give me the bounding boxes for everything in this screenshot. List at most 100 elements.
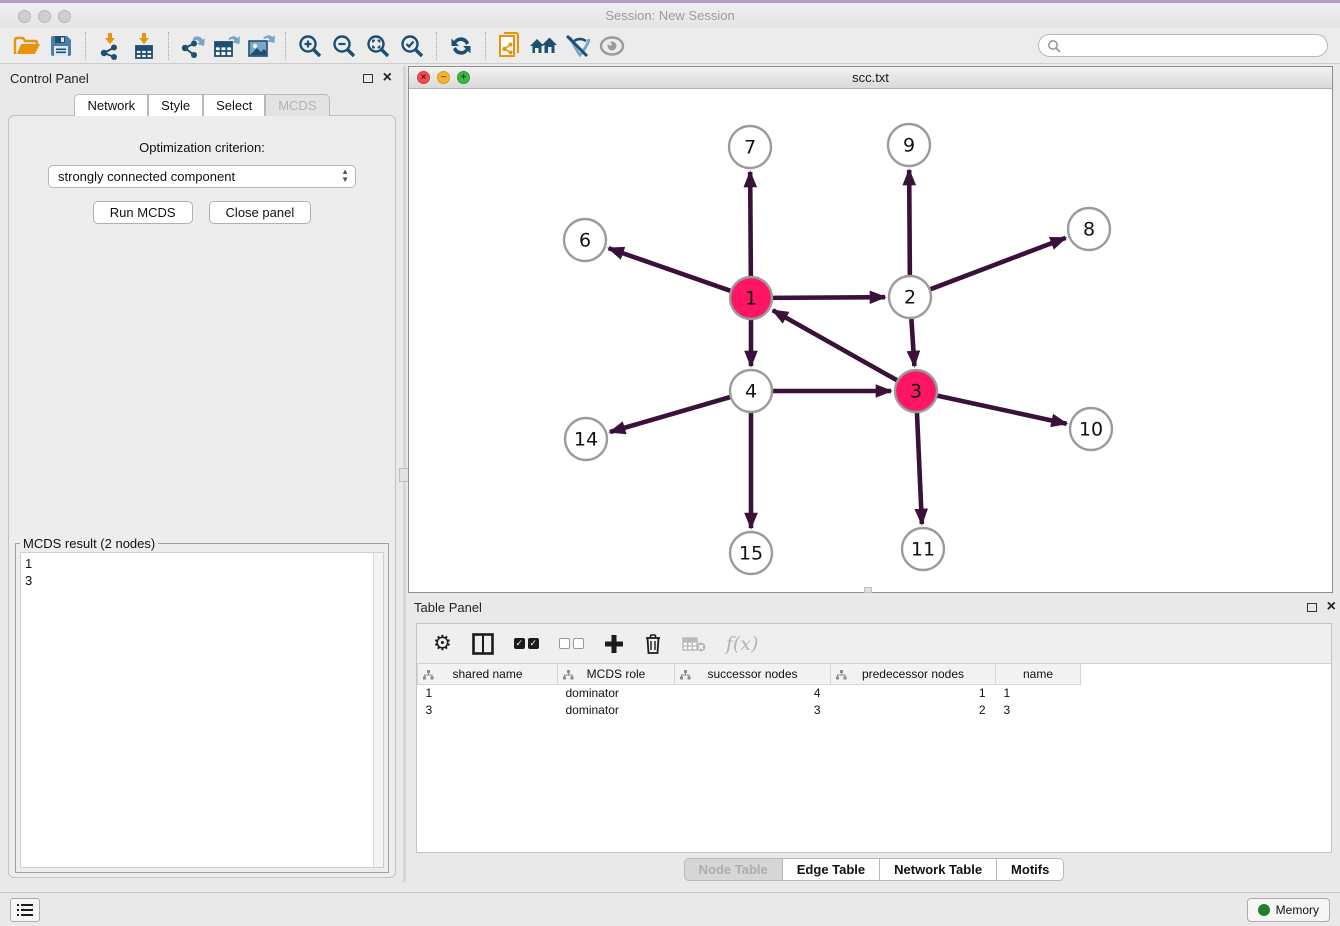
graph-edge-1-6[interactable] [609, 248, 732, 291]
svg-text:10: 10 [1079, 419, 1103, 441]
add-icon[interactable] [604, 630, 624, 658]
tab-edge-table[interactable]: Edge Table [783, 858, 880, 881]
hierarchy-icon [563, 669, 574, 683]
tab-network-table[interactable]: Network Table [880, 858, 997, 881]
tab-select[interactable]: Select [203, 94, 265, 116]
export-network-icon[interactable] [176, 31, 210, 61]
mcds-result-scrollbar[interactable] [373, 553, 383, 867]
graph-edge-4-14[interactable] [610, 397, 731, 432]
control-panel-tabs: Network Style Select MCDS [8, 94, 396, 116]
table-cell[interactable]: 1 [831, 684, 996, 701]
zoom-in-icon[interactable] [293, 31, 327, 61]
hierarchy-icon [836, 669, 847, 683]
table-cell[interactable]: 4 [675, 684, 831, 701]
graph-edge-2-3[interactable] [911, 318, 914, 366]
graph-edge-3-1[interactable] [773, 310, 898, 380]
memory-label: Memory [1276, 903, 1319, 917]
tab-style[interactable]: Style [148, 94, 203, 116]
graph-edge-3-10[interactable] [937, 395, 1067, 423]
svg-text:3: 3 [910, 381, 922, 403]
select-all-columns-icon[interactable]: ✓✓ [514, 630, 539, 658]
table-cell[interactable]: 3 [675, 701, 831, 718]
network-graph[interactable]: 1 2 3 4 6 7 8 9 10 11 14 15 [409, 89, 1332, 592]
table-float-icon[interactable] [1307, 603, 1317, 612]
table-cell[interactable]: dominator [558, 684, 675, 701]
search-box[interactable] [1038, 34, 1328, 57]
apply-layout-icon[interactable] [444, 31, 478, 61]
table-settings-icon[interactable]: ⚙ [433, 630, 452, 658]
graph-edge-1-7[interactable] [750, 172, 751, 277]
tab-mcds[interactable]: MCDS [265, 94, 329, 116]
table-cell[interactable]: 3 [996, 701, 1081, 718]
delete-trash-icon[interactable] [644, 630, 662, 658]
clone-network-icon[interactable] [493, 31, 527, 61]
toolbar-separator [436, 32, 437, 60]
graph-edge-1-2[interactable] [772, 297, 885, 298]
close-panel-icon[interactable]: × [383, 72, 392, 84]
mcds-result-area[interactable]: 1 3 [20, 552, 384, 868]
graph-node-10[interactable]: 10 [1070, 408, 1112, 450]
graph-node-9[interactable]: 9 [888, 124, 930, 166]
dropdown-stepper-icon: ▲▼ [341, 168, 349, 184]
export-table-icon[interactable] [210, 31, 244, 61]
split-panel-icon[interactable] [472, 630, 494, 658]
column-header-predecessor-nodes[interactable]: predecessor nodes [831, 664, 996, 684]
table-cell[interactable]: 3 [418, 701, 558, 718]
hide-panel-eye-icon[interactable] [595, 31, 629, 61]
graph-edge-3-11[interactable] [917, 412, 922, 524]
network-canvas[interactable]: 1 2 3 4 6 7 8 9 10 11 14 15 [409, 89, 1332, 592]
network-window-titlebar[interactable]: × − + scc.txt [409, 67, 1332, 89]
graph-node-15[interactable]: 15 [730, 532, 772, 574]
table-cell[interactable]: 1 [418, 684, 558, 701]
close-panel-button[interactable]: Close panel [209, 201, 312, 224]
column-header-name[interactable]: name [996, 664, 1081, 684]
graph-node-11[interactable]: 11 [902, 528, 944, 570]
criterion-value: strongly connected component [58, 169, 235, 184]
export-image-icon[interactable] [244, 31, 278, 61]
node-table: shared name MCDS role successor nodes pr… [417, 664, 1331, 718]
zoom-fit-icon[interactable] [361, 31, 395, 61]
row-filler [1081, 701, 1332, 718]
import-table-icon[interactable] [127, 31, 161, 61]
graph-node-4[interactable]: 4 [730, 370, 772, 412]
column-header-mcds-role[interactable]: MCDS role [558, 664, 675, 684]
save-session-icon[interactable] [44, 31, 78, 61]
open-file-icon[interactable] [10, 31, 44, 61]
graph-node-1[interactable]: 1 [730, 277, 772, 319]
zoom-selected-icon[interactable] [395, 31, 429, 61]
titlebar[interactable]: Session: New Session [0, 3, 1340, 28]
search-input[interactable] [1061, 39, 1327, 53]
table-cell[interactable]: 1 [996, 684, 1081, 701]
memory-button[interactable]: Memory [1247, 898, 1330, 922]
import-network-icon[interactable] [93, 31, 127, 61]
table-cell[interactable]: 2 [831, 701, 996, 718]
graph-node-14[interactable]: 14 [565, 418, 607, 460]
graph-node-8[interactable]: 8 [1068, 208, 1110, 250]
float-panel-icon[interactable] [363, 74, 373, 83]
cyndex-home-icon[interactable] [527, 31, 561, 61]
run-mcds-button[interactable]: Run MCDS [93, 201, 193, 224]
column-header-shared-name[interactable]: shared name [418, 664, 558, 684]
vizmapper-icon[interactable] [561, 31, 595, 61]
criterion-dropdown[interactable]: strongly connected component ▲▼ [48, 165, 356, 188]
table-close-icon[interactable]: × [1327, 601, 1336, 613]
table-cell[interactable]: dominator [558, 701, 675, 718]
graph-node-7[interactable]: 7 [729, 126, 771, 168]
tab-node-table[interactable]: Node Table [684, 858, 783, 881]
graph-node-2[interactable]: 2 [889, 276, 931, 318]
task-history-button[interactable] [10, 898, 40, 922]
zoom-out-icon[interactable] [327, 31, 361, 61]
graph-node-3[interactable]: 3 [895, 370, 937, 412]
table-row[interactable]: 3dominator323 [418, 701, 1332, 718]
graph-edge-2-8[interactable] [930, 238, 1066, 290]
table-row[interactable]: 1dominator411 [418, 684, 1332, 701]
tab-motifs[interactable]: Motifs [997, 858, 1064, 881]
optimization-criterion-label: Optimization criterion: [9, 140, 395, 155]
graph-edge-2-9[interactable] [909, 170, 910, 276]
tab-network[interactable]: Network [74, 94, 148, 116]
network-window-resize-handle[interactable] [864, 587, 872, 593]
deselect-all-columns-icon[interactable] [559, 630, 584, 658]
header-filler [1081, 664, 1332, 684]
column-header-successor-nodes[interactable]: successor nodes [675, 664, 831, 684]
graph-node-6[interactable]: 6 [564, 219, 606, 261]
